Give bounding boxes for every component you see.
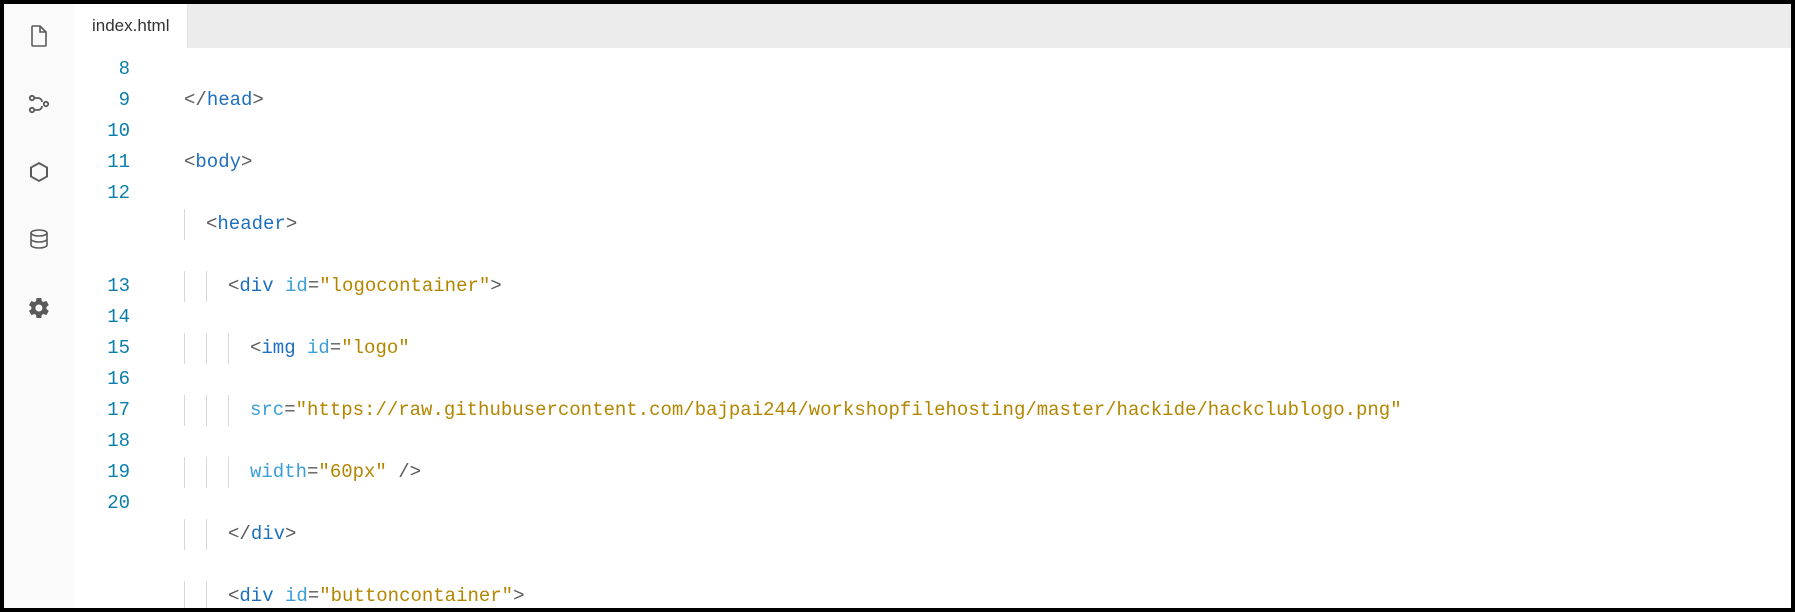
line-number: 10 — [74, 116, 130, 147]
line-number: 11 — [74, 147, 130, 178]
line-number — [74, 240, 130, 271]
code-line[interactable]: <div id="buttoncontainer"> — [154, 581, 1791, 608]
line-number: 8 — [74, 54, 130, 85]
files-icon[interactable] — [25, 22, 53, 50]
editor-area[interactable]: 8 9 10 11 12 13 14 15 16 17 18 19 20 </h… — [74, 48, 1791, 608]
code-line[interactable]: src="https://raw.githubusercontent.com/b… — [154, 395, 1791, 426]
code-line[interactable]: </div> — [154, 519, 1791, 550]
line-number: 9 — [74, 85, 130, 116]
line-number: 18 — [74, 426, 130, 457]
code-line[interactable]: <header> — [154, 209, 1791, 240]
line-number: 19 — [74, 457, 130, 488]
code-line[interactable]: </head> — [154, 85, 1791, 116]
tab-bar: index.html — [74, 4, 1791, 48]
version-control-icon[interactable] — [25, 90, 53, 118]
activity-bar — [4, 4, 74, 608]
packages-icon[interactable] — [25, 158, 53, 186]
code-line[interactable]: width="60px" /> — [154, 457, 1791, 488]
code-line[interactable]: <body> — [154, 147, 1791, 178]
editor-main: index.html 8 9 10 11 12 13 14 15 16 17 1… — [74, 4, 1791, 608]
line-number — [74, 209, 130, 240]
tab-index-html[interactable]: index.html — [74, 4, 188, 48]
line-number: 17 — [74, 395, 130, 426]
database-icon[interactable] — [25, 226, 53, 254]
code-content[interactable]: </head> <body> <header> <div id="logocon… — [154, 54, 1791, 608]
line-number: 13 — [74, 271, 130, 302]
line-number-gutter: 8 9 10 11 12 13 14 15 16 17 18 19 20 — [74, 54, 154, 608]
code-line[interactable]: <div id="logocontainer"> — [154, 271, 1791, 302]
line-number: 15 — [74, 333, 130, 364]
line-number: 14 — [74, 302, 130, 333]
line-number: 20 — [74, 488, 130, 519]
settings-icon[interactable] — [25, 294, 53, 322]
code-line[interactable]: <img id="logo" — [154, 333, 1791, 364]
line-number: 12 — [74, 178, 130, 209]
line-number: 16 — [74, 364, 130, 395]
